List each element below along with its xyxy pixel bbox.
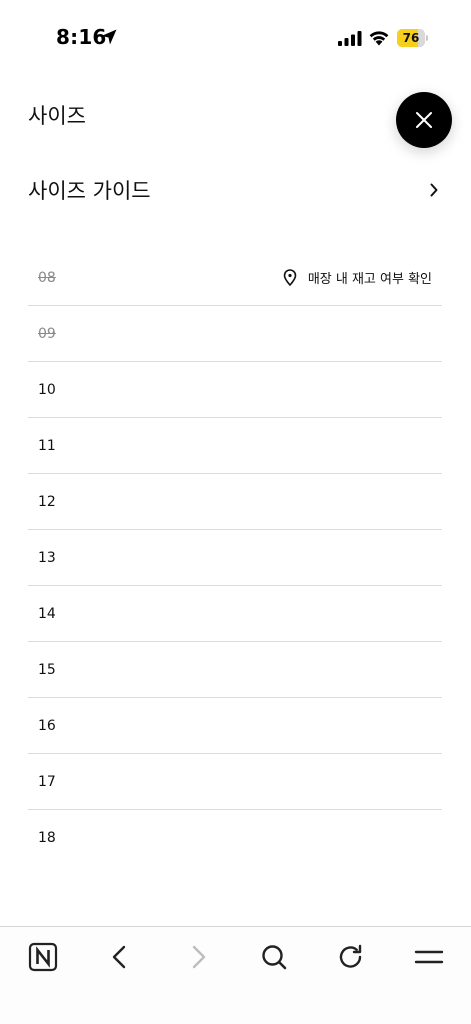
- close-button[interactable]: [396, 92, 452, 148]
- battery-body: 76: [397, 29, 425, 47]
- size-row[interactable]: 10: [28, 362, 442, 418]
- size-label: 18: [38, 830, 56, 846]
- status-time: 8:16: [56, 25, 107, 49]
- size-row[interactable]: 18: [28, 810, 442, 866]
- home-n-icon: [28, 942, 58, 972]
- size-label: 13: [38, 550, 56, 566]
- location-pin-icon: [283, 269, 297, 286]
- size-row[interactable]: 13: [28, 530, 442, 586]
- size-row[interactable]: 11: [28, 418, 442, 474]
- search-button[interactable]: [256, 939, 292, 975]
- panel-title: 사이즈: [28, 104, 86, 128]
- back-icon: [112, 945, 126, 969]
- reload-icon: [339, 944, 362, 968]
- reload-button[interactable]: [333, 939, 369, 975]
- size-row[interactable]: 09: [28, 306, 442, 362]
- close-icon: [416, 112, 432, 128]
- browser-toolbar: [0, 926, 471, 1024]
- forward-button[interactable]: [180, 939, 216, 975]
- forward-icon: [192, 945, 206, 969]
- store-stock-check-label: 매장 내 재고 여부 확인: [307, 272, 432, 287]
- size-row[interactable]: 17: [28, 754, 442, 810]
- size-guide-label: 사이즈 가이드: [28, 179, 151, 203]
- menu-button[interactable]: [411, 939, 447, 975]
- location-arrow-icon: [101, 29, 117, 45]
- store-stock-check-button[interactable]: 매장 내 재고 여부 확인: [283, 268, 432, 288]
- back-button[interactable]: [102, 939, 138, 975]
- status-bar: 8:16 76: [0, 0, 471, 76]
- size-row[interactable]: 15: [28, 642, 442, 698]
- size-label: 09: [38, 326, 56, 342]
- size-row[interactable]: 16: [28, 698, 442, 754]
- size-list: 08 매장 내 재고 여부 확인 09 10 11 12 13 14 15 16…: [28, 250, 442, 866]
- size-guide-link[interactable]: 사이즈 가이드: [28, 170, 442, 210]
- size-label: 10: [38, 382, 56, 398]
- size-label: 15: [38, 662, 56, 678]
- size-label: 08: [38, 270, 56, 286]
- screen: 8:16 76 사이즈 사이즈 가이드 08 매장 내 재고 여부 확인 09 …: [0, 0, 471, 1024]
- search-icon: [262, 945, 287, 970]
- size-label: 12: [38, 494, 56, 510]
- home-button[interactable]: [25, 939, 61, 975]
- chevron-right-icon: [430, 183, 438, 197]
- size-row[interactable]: 14: [28, 586, 442, 642]
- size-label: 16: [38, 718, 56, 734]
- battery-level: 76: [402, 31, 420, 45]
- size-label: 17: [38, 774, 56, 790]
- size-row[interactable]: 08 매장 내 재고 여부 확인: [28, 250, 442, 306]
- size-row[interactable]: 12: [28, 474, 442, 530]
- cellular-signal-icon: [338, 31, 362, 46]
- battery-icon: 76: [397, 29, 429, 47]
- menu-icon: [414, 950, 444, 964]
- size-label: 14: [38, 606, 56, 622]
- wifi-icon: [369, 31, 389, 46]
- size-label: 11: [38, 438, 56, 454]
- battery-cap: [426, 35, 428, 41]
